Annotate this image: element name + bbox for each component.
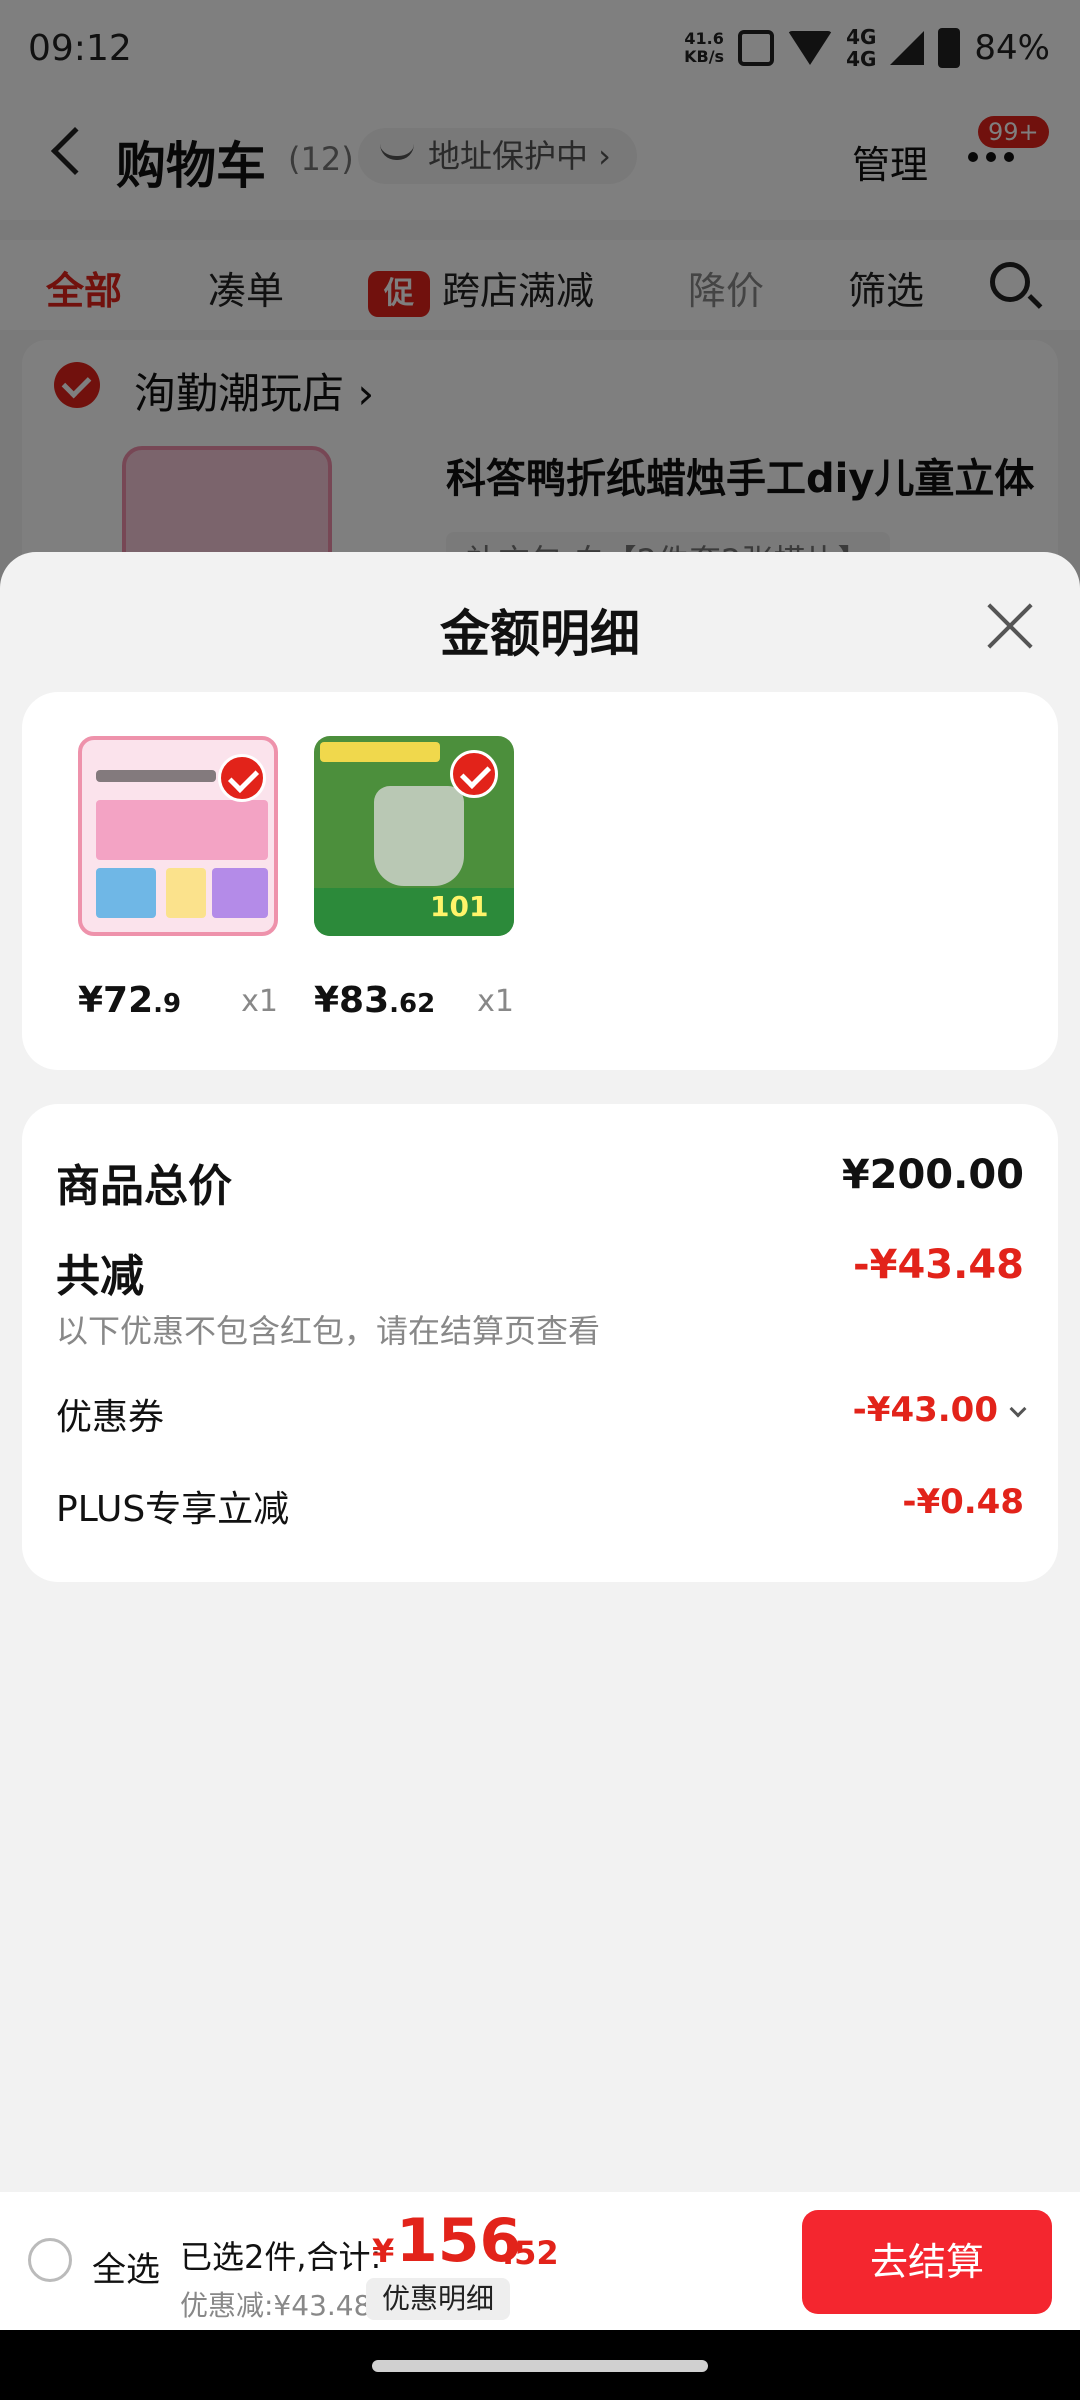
product-image-kettle: 101 — [314, 736, 514, 936]
home-indicator[interactable] — [372, 2360, 708, 2372]
discount-detail-button[interactable]: 优惠明细 — [366, 2278, 511, 2320]
discount-amount: 优惠减:¥43.48 — [180, 2289, 372, 2322]
amount-detail-sheet: 金额明细 ¥72.9 x1 101 ¥83.62 x1 商品总价 ¥200.00… — [0, 552, 1080, 2192]
item-quantity: x1 — [241, 984, 278, 1019]
selected-check-icon — [218, 754, 266, 802]
selected-item[interactable]: ¥72.9 x1 — [78, 736, 278, 1030]
item-price: ¥83.62 — [314, 980, 436, 1021]
total-currency: ¥ — [372, 2232, 395, 2270]
selected-count: 已选2件,合计: — [180, 2238, 382, 2276]
select-all-radio-icon[interactable] — [28, 2238, 72, 2282]
coupon-value: -¥43.00 — [852, 1390, 998, 1430]
checkout-bar: 全选 已选2件,合计: ¥ 156 .52 优惠减:¥43.48 优惠明细 去结… — [0, 2192, 1080, 2330]
coupon-row[interactable]: -¥43.00 — [852, 1390, 1027, 1430]
total-price-label: 商品总价 — [56, 1161, 232, 1212]
price-summary-card: 商品总价 ¥200.00 共减 -¥43.48 以下优惠不包含红包，请在结算页查… — [22, 1104, 1058, 1582]
product-image-candle — [78, 736, 278, 936]
selected-check-icon — [450, 750, 498, 798]
reduce-note: 以下优惠不包含红包，请在结算页查看 — [56, 1312, 601, 1350]
system-nav-bar — [0, 2330, 1080, 2400]
select-all-label[interactable]: 全选 — [92, 2242, 160, 2291]
selected-items-card: ¥72.9 x1 101 ¥83.62 x1 — [22, 692, 1058, 1070]
total-reduce-value: -¥43.48 — [853, 1242, 1024, 1288]
close-icon[interactable] — [984, 600, 1036, 652]
chevron-down-icon — [1009, 1400, 1027, 1418]
sheet-title: 金额明细 — [440, 605, 640, 663]
plus-discount-label: PLUS专享立减 — [56, 1489, 290, 1530]
plus-discount-value: -¥0.48 — [902, 1482, 1024, 1522]
total-reduce-label: 共减 — [56, 1251, 144, 1302]
total-amount-decimal: .52 — [502, 2234, 559, 2272]
item-price: ¥72.9 — [78, 980, 182, 1021]
checkout-button[interactable]: 去结算 — [802, 2210, 1052, 2314]
selected-item[interactable]: 101 ¥83.62 x1 — [314, 736, 514, 1030]
item-quantity: x1 — [477, 984, 514, 1019]
total-price-value: ¥200.00 — [841, 1152, 1024, 1198]
coupon-label: 优惠券 — [56, 1397, 165, 1438]
